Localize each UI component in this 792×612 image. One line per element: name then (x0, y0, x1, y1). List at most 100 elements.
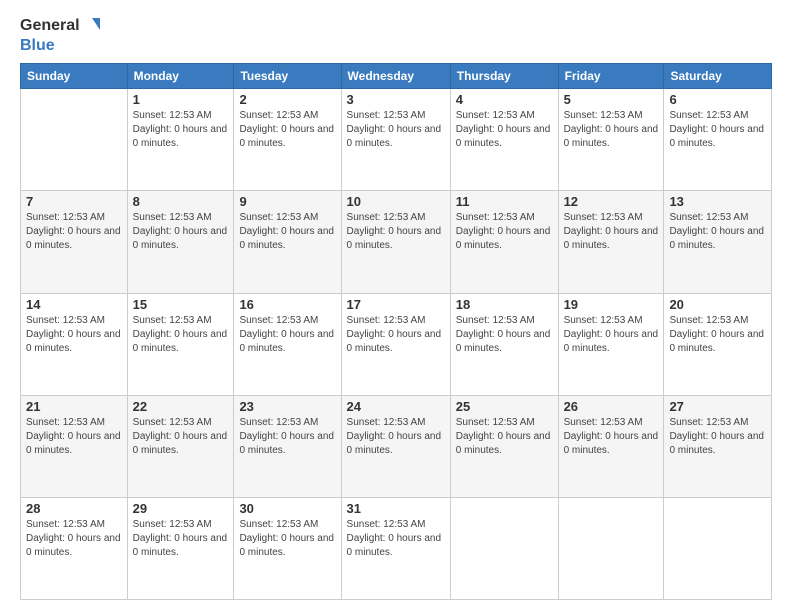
calendar-cell: 6 Sunset: 12:53 AMDaylight: 0 hours and 0… (664, 89, 772, 191)
calendar: SundayMondayTuesdayWednesdayThursdayFrid… (20, 63, 772, 600)
day-info: Sunset: 12:53 AMDaylight: 0 hours and 0 … (669, 416, 766, 458)
day-info: Sunset: 12:53 AMDaylight: 0 hours and 0 … (133, 109, 229, 151)
calendar-cell: 18Sunset: 12:53 AMDaylight: 0 hours and … (450, 293, 558, 395)
day-number: 9 (239, 194, 335, 209)
calendar-cell: 14 Sunset: 12:53 AMDaylight: 0 hours and … (21, 293, 128, 395)
calendar-cell (21, 89, 128, 191)
day-info: Sunset: 12:53 AMDaylight: 0 hours and 0 … (347, 314, 445, 356)
day-number: 29 (133, 501, 229, 516)
day-info: Sunset: 12:53 AMDaylight: 0 hours and 0 … (133, 314, 229, 356)
day-number: 7 (26, 194, 122, 209)
day-info: Sunset: 12:53 AMDaylight: 0 hours and 0 … (239, 518, 335, 560)
day-info: Sunset: 12:53 AMDaylight: 0 hours and 0 … (669, 314, 766, 356)
calendar-cell: 3 Sunset: 12:53 AMDaylight: 0 hours and 0… (341, 89, 450, 191)
day-number: 4 (456, 92, 553, 107)
day-info: Sunset: 12:53 AMDaylight: 0 hours and 0 … (239, 109, 335, 151)
calendar-cell: 4 Sunset: 12:53 AMDaylight: 0 hours and 0… (450, 89, 558, 191)
week-row-2: 14 Sunset: 12:53 AMDaylight: 0 hours and … (21, 293, 772, 395)
weekday-sunday: Sunday (21, 64, 128, 89)
day-number: 8 (133, 194, 229, 209)
day-number: 28 (26, 501, 122, 516)
day-info: Sunset: 12:53 AMDaylight: 0 hours and 0 … (456, 109, 553, 151)
calendar-cell: 20 Sunset: 12:53 AMDaylight: 0 hours and … (664, 293, 772, 395)
day-info: Sunset: 12:53 AMDaylight: 0 hours and 0 … (26, 416, 122, 458)
calendar-cell: 8 Sunset: 12:53 AMDaylight: 0 hours and 0… (127, 191, 234, 293)
day-number: 12 (564, 194, 659, 209)
weekday-header-row: SundayMondayTuesdayWednesdayThursdayFrid… (21, 64, 772, 89)
day-number: 14 (26, 297, 122, 312)
calendar-cell: 30 Sunset: 12:53 AMDaylight: 0 hours and … (234, 497, 341, 599)
day-info: Sunset: 12:53 AMDaylight: 0 hours and 0 … (239, 211, 335, 253)
day-info: Sunset: 12:53 AMDaylight: 0 hours and 0 … (456, 314, 553, 356)
day-info: Sunset: 12:53 AMDaylight: 0 hours and 0 … (564, 211, 659, 253)
calendar-cell: 15 Sunset: 12:53 AMDaylight: 0 hours and … (127, 293, 234, 395)
weekday-wednesday: Wednesday (341, 64, 450, 89)
calendar-cell: 19Sunset: 12:53 AMDaylight: 0 hours and … (558, 293, 664, 395)
day-info: Sunset: 12:53 AMDaylight: 0 hours and 0 … (133, 518, 229, 560)
day-number: 5 (564, 92, 659, 107)
calendar-cell: 2Sunset: 12:53 AMDaylight: 0 hours and 0… (234, 89, 341, 191)
day-number: 25 (456, 399, 553, 414)
day-number: 30 (239, 501, 335, 516)
day-info: Sunset: 12:53 AMDaylight: 0 hours and 0 … (26, 211, 122, 253)
day-info: Sunset: 12:53 AMDaylight: 0 hours and 0 … (456, 211, 553, 253)
page: General Blue SundayMondayTuesdayWednesda… (0, 0, 792, 612)
day-number: 17 (347, 297, 445, 312)
day-number: 16 (239, 297, 335, 312)
day-info: Sunset: 12:53 AMDaylight: 0 hours and 0 … (456, 416, 553, 458)
logo-container: General Blue (20, 16, 102, 55)
day-info: Sunset: 12:53 AMDaylight: 0 hours and 0 … (347, 109, 445, 151)
calendar-cell: 24 Sunset: 12:53 AMDaylight: 0 hours and … (341, 395, 450, 497)
day-number: 6 (669, 92, 766, 107)
calendar-cell: 5 Sunset: 12:53 AMDaylight: 0 hours and 0… (558, 89, 664, 191)
calendar-cell: 11Sunset: 12:53 AMDaylight: 0 hours and … (450, 191, 558, 293)
day-info: Sunset: 12:53 AMDaylight: 0 hours and 0 … (347, 211, 445, 253)
weekday-friday: Friday (558, 64, 664, 89)
calendar-cell: 25 Sunset: 12:53 AMDaylight: 0 hours and … (450, 395, 558, 497)
calendar-cell: 28Sunset: 12:53 AMDaylight: 0 hours and … (21, 497, 128, 599)
day-info: Sunset: 12:53 AMDaylight: 0 hours and 0 … (133, 416, 229, 458)
calendar-cell: 23Sunset: 12:53 AMDaylight: 0 hours and … (234, 395, 341, 497)
day-info: Sunset: 12:53 AMDaylight: 0 hours and 0 … (669, 109, 766, 151)
day-number: 3 (347, 92, 445, 107)
calendar-cell: 29 Sunset: 12:53 AMDaylight: 0 hours and … (127, 497, 234, 599)
logo-blue-text: Blue (20, 36, 102, 55)
calendar-cell: 7 Sunset: 12:53 AMDaylight: 0 hours and 0… (21, 191, 128, 293)
day-number: 24 (347, 399, 445, 414)
calendar-cell: 22 Sunset: 12:53 AMDaylight: 0 hours and … (127, 395, 234, 497)
weekday-tuesday: Tuesday (234, 64, 341, 89)
calendar-cell: 21 Sunset: 12:53 AMDaylight: 0 hours and … (21, 395, 128, 497)
calendar-cell: 9 Sunset: 12:53 AMDaylight: 0 hours and 0… (234, 191, 341, 293)
day-number: 1 (133, 92, 229, 107)
calendar-cell: 16 Sunset: 12:53 AMDaylight: 0 hours and … (234, 293, 341, 395)
day-info: Sunset: 12:53 AMDaylight: 0 hours and 0 … (347, 518, 445, 560)
day-info: Sunset: 12:53 AMDaylight: 0 hours and 0 … (239, 314, 335, 356)
day-number: 22 (133, 399, 229, 414)
day-number: 31 (347, 501, 445, 516)
day-info: Sunset: 12:53 AMDaylight: 0 hours and 0 … (669, 211, 766, 253)
calendar-cell (450, 497, 558, 599)
day-number: 20 (669, 297, 766, 312)
calendar-cell: 13Sunset: 12:53 AMDaylight: 0 hours and … (664, 191, 772, 293)
header: General Blue (20, 16, 772, 55)
day-number: 27 (669, 399, 766, 414)
day-info: Sunset: 12:53 AMDaylight: 0 hours and 0 … (133, 211, 229, 253)
day-info: Sunset: 12:53 AMDaylight: 0 hours and 0 … (26, 314, 122, 356)
weekday-thursday: Thursday (450, 64, 558, 89)
week-row-3: 21 Sunset: 12:53 AMDaylight: 0 hours and … (21, 395, 772, 497)
day-number: 19 (564, 297, 659, 312)
day-info: Sunset: 12:53 AMDaylight: 0 hours and 0 … (564, 109, 659, 151)
day-info: Sunset: 12:53 AMDaylight: 0 hours and 0 … (347, 416, 445, 458)
calendar-cell: 17 Sunset: 12:53 AMDaylight: 0 hours and … (341, 293, 450, 395)
week-row-4: 28 Sunset: 12:53 AMDaylight: 0 hours and … (21, 497, 772, 599)
week-row-1: 7 Sunset: 12:53 AMDaylight: 0 hours and 0… (21, 191, 772, 293)
calendar-cell: 12 Sunset: 12:53 AMDaylight: 0 hours and … (558, 191, 664, 293)
calendar-cell: 31 Sunset: 12:53 AMDaylight: 0 hours and … (341, 497, 450, 599)
day-info: Sunset: 12:53 AMDaylight: 0 hours and 0 … (239, 416, 335, 458)
day-info: Sunset: 12:53 AMDaylight: 0 hours and 0 … (564, 416, 659, 458)
calendar-cell: 27 Sunset: 12:53 AMDaylight: 0 hours and … (664, 395, 772, 497)
day-number: 21 (26, 399, 122, 414)
day-number: 15 (133, 297, 229, 312)
weekday-monday: Monday (127, 64, 234, 89)
logo-arrow-icon (82, 16, 102, 36)
